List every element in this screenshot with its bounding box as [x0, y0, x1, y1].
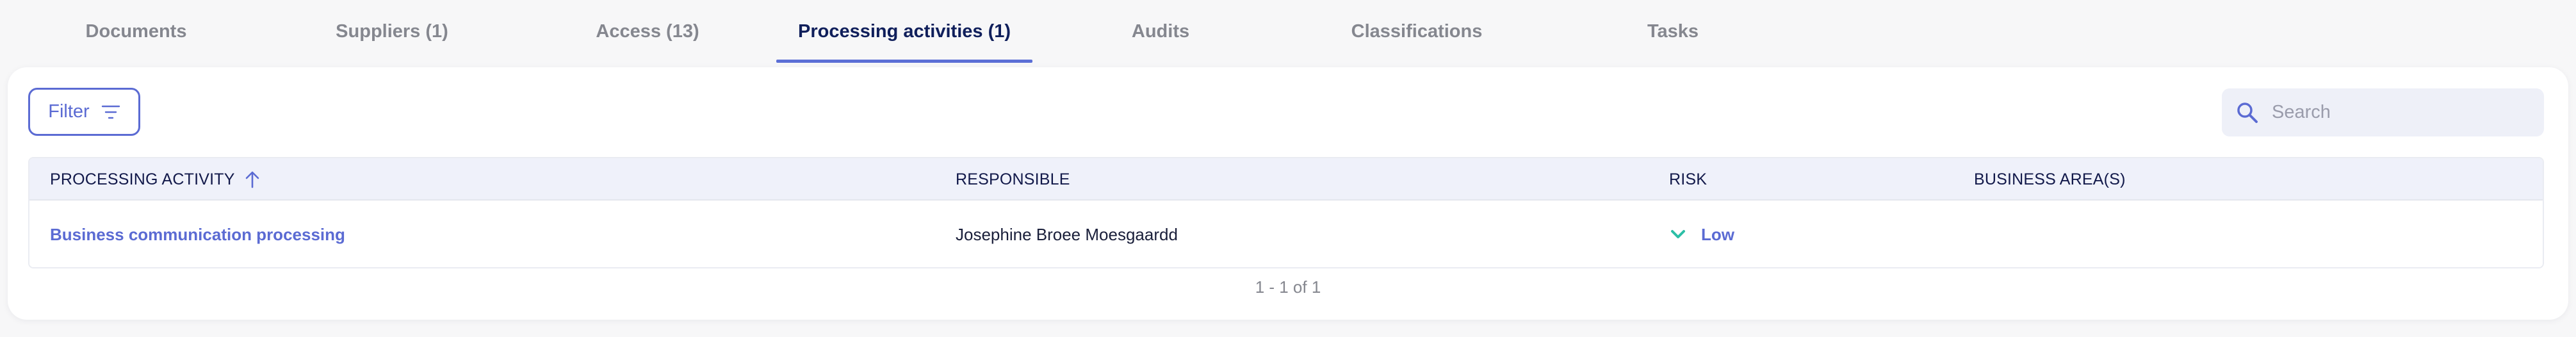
filter-label: Filter — [48, 101, 90, 122]
column-header-responsible[interactable]: RESPONSIBLE — [956, 158, 1070, 201]
tab-audits[interactable]: Audits — [1117, 0, 1204, 63]
column-label: PROCESSING ACTIVITY — [50, 170, 235, 188]
column-label: RISK — [1669, 170, 1708, 188]
tab-access[interactable]: Access (13) — [582, 0, 713, 63]
filter-icon — [101, 105, 120, 119]
chevron-down-icon — [1671, 230, 1685, 238]
processing-activities-table: PROCESSING ACTIVITY RESPONSIBLE RISK BUS… — [28, 157, 2544, 268]
column-label: BUSINESS AREA(S) — [1974, 170, 2126, 188]
filter-button[interactable]: Filter — [28, 88, 140, 136]
tab-suppliers[interactable]: Suppliers (1) — [319, 0, 465, 63]
sort-ascending-icon[interactable] — [244, 170, 261, 188]
tab-documents[interactable]: Documents — [61, 0, 211, 63]
search-icon — [2237, 102, 2258, 123]
tab-bar: Documents Suppliers (1) Access (13) Proc… — [0, 0, 2576, 63]
processing-activity-link[interactable]: Business communication processing — [50, 201, 345, 267]
tab-processing-activities[interactable]: Processing activities (1) — [776, 0, 1032, 63]
tab-tasks[interactable]: Tasks — [1632, 0, 1714, 63]
search-box[interactable] — [2222, 88, 2544, 136]
risk-cell: Low — [1669, 201, 1734, 267]
processing-activities-card: Filter PROCESSING ACTIVITY RESPONSIBLE — [8, 67, 2568, 320]
pagination-info: 1 - 1 of 1 — [1255, 277, 1321, 297]
tab-classifications[interactable]: Classifications — [1340, 0, 1494, 63]
risk-level: Low — [1701, 224, 1734, 244]
search-input[interactable] — [2272, 102, 2515, 123]
table-header: PROCESSING ACTIVITY RESPONSIBLE RISK BUS… — [29, 158, 2543, 201]
column-header-business-areas[interactable]: BUSINESS AREA(S) — [1974, 158, 2126, 201]
column-header-risk[interactable]: RISK — [1669, 158, 1707, 201]
table-row[interactable]: Business communication processing Joseph… — [29, 201, 2543, 267]
column-header-processing-activity[interactable]: PROCESSING ACTIVITY — [50, 158, 261, 201]
column-label: RESPONSIBLE — [956, 170, 1070, 188]
responsible-cell: Josephine Broee Moesgaardd — [956, 224, 1178, 244]
